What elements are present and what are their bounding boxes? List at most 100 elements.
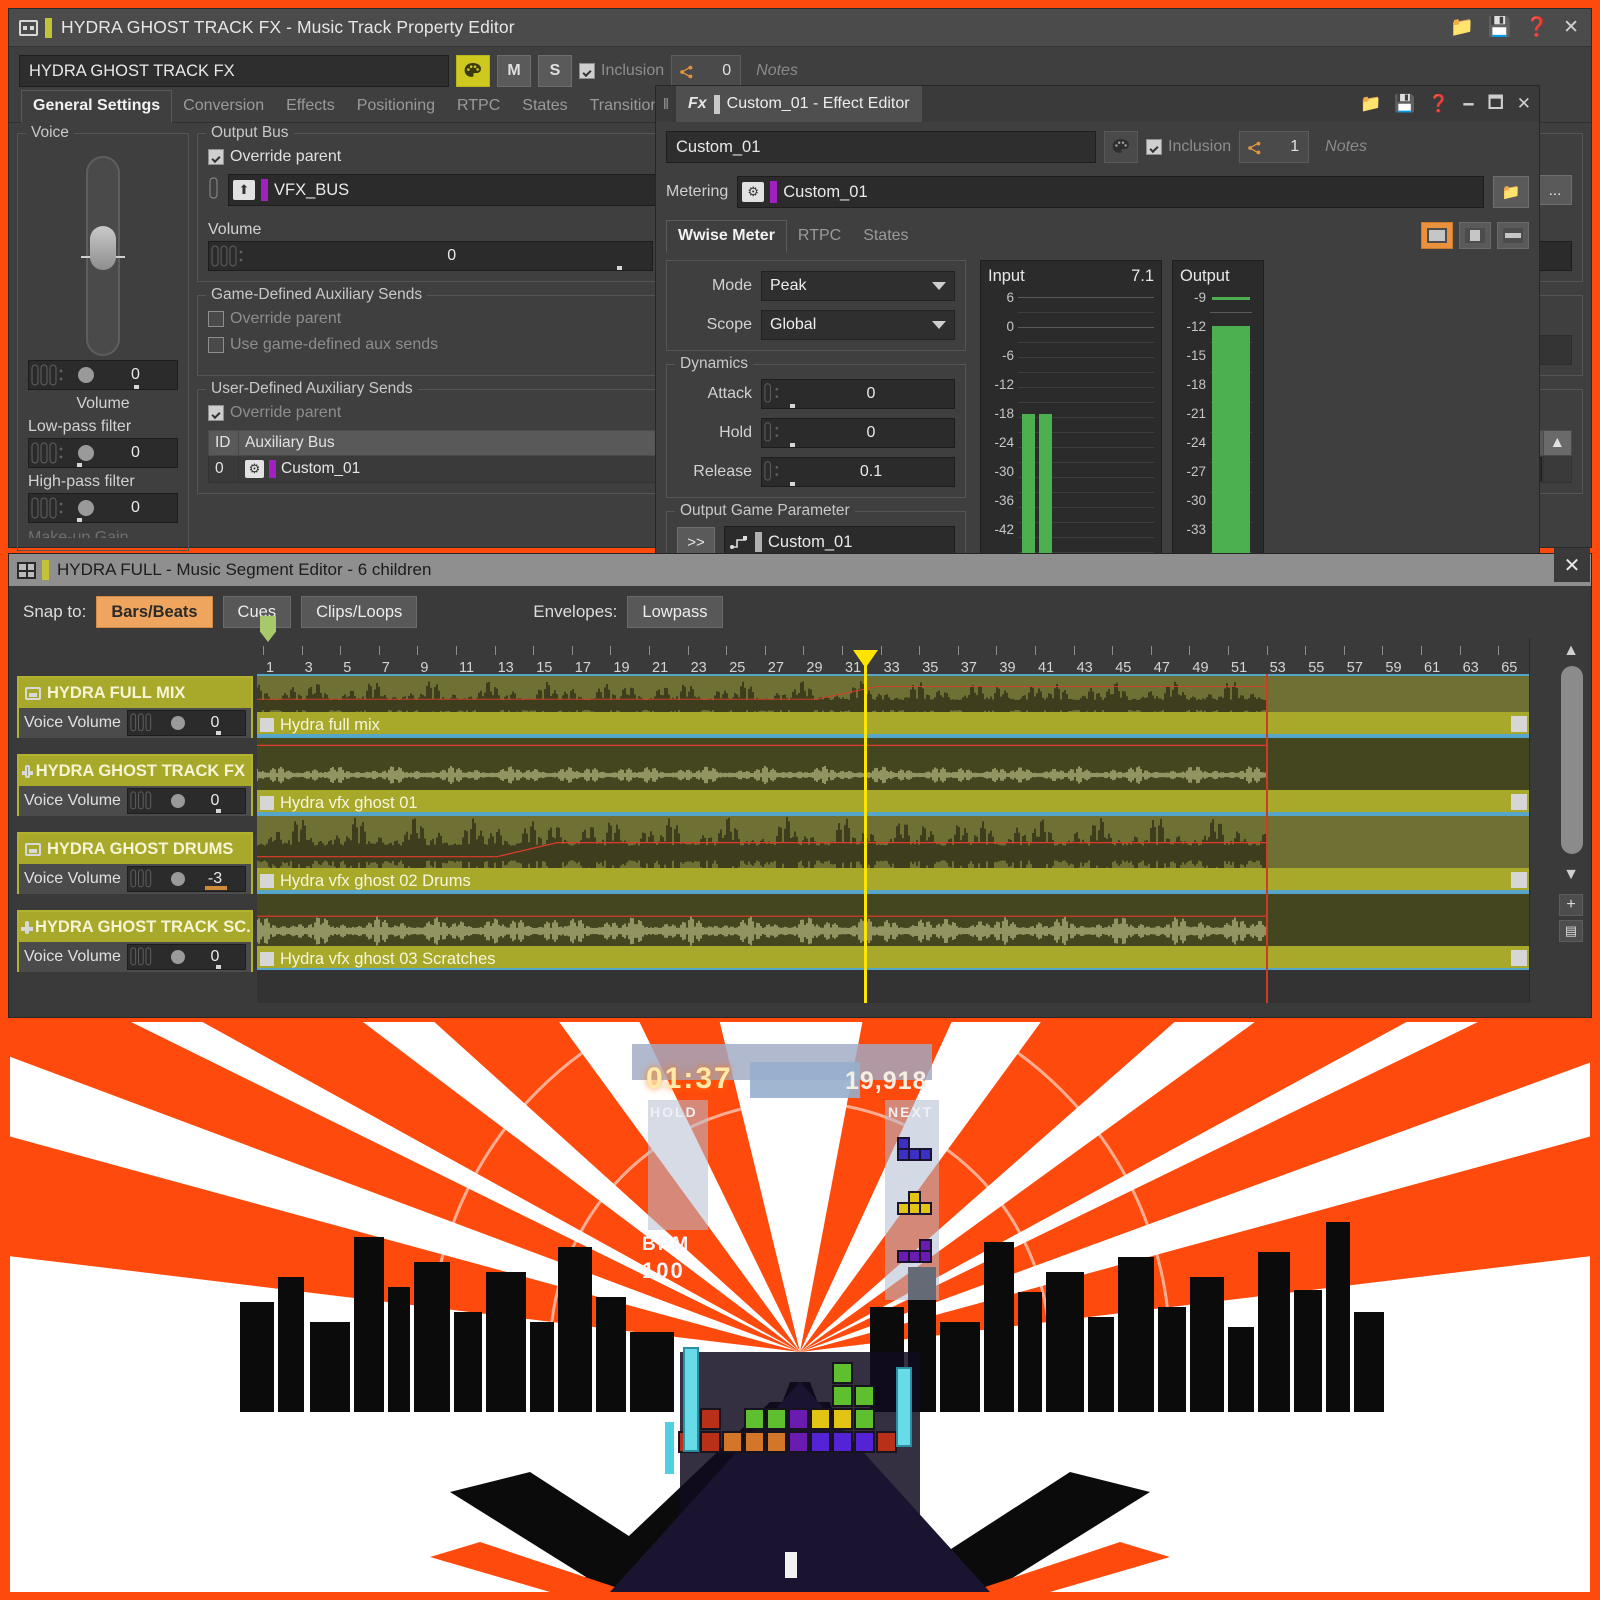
segment-exit-marker[interactable] bbox=[1266, 674, 1268, 1003]
track-lane[interactable]: Hydra vfx ghost 03 Scratches bbox=[257, 892, 1529, 970]
clip-handle-icon[interactable] bbox=[260, 796, 274, 810]
clip-name[interactable]: Hydra vfx ghost 03 Scratches bbox=[257, 946, 1529, 968]
clip-name[interactable]: Hydra full mix bbox=[257, 712, 1529, 734]
clip-name[interactable]: Hydra vfx ghost 01 bbox=[257, 790, 1529, 812]
attack-field[interactable]: 0 bbox=[761, 379, 955, 409]
effect-name-input[interactable]: Custom_01 bbox=[666, 131, 1096, 163]
tab-general-settings[interactable]: General Settings bbox=[21, 90, 173, 123]
tab-wwise-meter[interactable]: Wwise Meter bbox=[666, 220, 787, 253]
tab-fx-states[interactable]: States bbox=[852, 221, 919, 252]
metering-browse-button[interactable]: 📁 bbox=[1493, 176, 1529, 208]
share-sets-button[interactable]: 0 bbox=[671, 55, 742, 87]
single-view-icon[interactable] bbox=[1421, 222, 1453, 249]
effect-editor-tab[interactable]: Fx Custom_01 - Effect Editor bbox=[676, 86, 922, 122]
close-icon[interactable]: ✕ bbox=[1563, 18, 1579, 37]
tab-positioning[interactable]: Positioning bbox=[346, 91, 446, 122]
hold-field[interactable]: 0 bbox=[761, 418, 955, 448]
output-volume-field[interactable]: 0 bbox=[208, 241, 654, 271]
color-palette-button[interactable] bbox=[1104, 131, 1138, 163]
tetris-board[interactable] bbox=[678, 1362, 918, 1492]
track-lane[interactable]: Hydra vfx ghost 01 bbox=[257, 736, 1529, 814]
track-volume-field[interactable]: 0 bbox=[126, 788, 246, 814]
clip-resize-handle[interactable] bbox=[1511, 716, 1527, 732]
value-knob[interactable] bbox=[170, 716, 185, 730]
release-field[interactable]: 0.1 bbox=[761, 457, 955, 487]
inclusion-checkbox[interactable]: Inclusion bbox=[579, 62, 664, 80]
object-name-input[interactable]: HYDRA GHOST TRACK FX bbox=[19, 55, 449, 87]
track-header[interactable]: HYDRA GHOST DRUMS Voice Volume -3 bbox=[17, 832, 253, 894]
spin-handles[interactable] bbox=[29, 493, 71, 523]
spin-handles[interactable] bbox=[128, 944, 164, 970]
open-icon[interactable]: 📁 bbox=[1450, 18, 1474, 37]
mute-button[interactable]: M bbox=[497, 55, 531, 87]
spin-handles[interactable] bbox=[128, 710, 164, 736]
value-knob[interactable] bbox=[170, 794, 185, 808]
clip-resize-handle[interactable] bbox=[1511, 794, 1527, 810]
clip-resize-handle[interactable] bbox=[1511, 950, 1527, 966]
drag-grip-icon[interactable]: ‖ bbox=[656, 86, 676, 122]
split-vertical-icon[interactable] bbox=[1459, 222, 1491, 249]
metering-field[interactable]: ⚙ Custom_01 bbox=[737, 176, 1484, 208]
track-volume-field[interactable]: -3 bbox=[126, 866, 246, 892]
scope-select[interactable]: Global bbox=[761, 310, 955, 340]
track-volume-field[interactable]: 0 bbox=[126, 710, 246, 736]
notes-input[interactable]: Notes bbox=[748, 62, 798, 80]
voice-highpass-field[interactable]: 0 bbox=[28, 493, 178, 523]
snap-bars-beats-button[interactable]: Bars/Beats bbox=[96, 596, 213, 628]
save-icon[interactable]: 💾 bbox=[1394, 94, 1415, 114]
timeline-canvas[interactable]: 1 3 5 7 9 11 13 15 17 19 21 23 25 27 29 31 33 35 37 39 41 43 4… bbox=[257, 616, 1529, 1003]
track-header[interactable]: HYDRA FULL MIX Voice Volume 0 bbox=[17, 676, 253, 738]
effect-share-button[interactable]: 1 bbox=[1239, 131, 1310, 163]
timeline-ruler[interactable]: 1 3 5 7 9 11 13 15 17 19 21 23 25 27 29 31 33 35 37 39 41 43 4… bbox=[257, 638, 1529, 676]
spin-handles[interactable] bbox=[762, 379, 788, 409]
clip-handle-icon[interactable] bbox=[260, 718, 274, 732]
spin-handles[interactable] bbox=[128, 866, 164, 892]
voice-volume-slider[interactable] bbox=[81, 156, 125, 356]
clip-handle-icon[interactable] bbox=[260, 952, 274, 966]
clip-name[interactable]: Hydra vfx ghost 02 Drums bbox=[257, 868, 1529, 890]
snap-clips-loops-button[interactable]: Clips/Loops bbox=[301, 596, 418, 628]
value-knob[interactable] bbox=[170, 950, 185, 964]
mode-select[interactable]: Peak bbox=[761, 271, 955, 301]
spin-handles[interactable] bbox=[29, 360, 71, 390]
envelopes-lowpass-button[interactable]: Lowpass bbox=[627, 596, 723, 628]
spin-handles[interactable] bbox=[128, 788, 164, 814]
value-knob[interactable] bbox=[78, 367, 94, 383]
clip-resize-handle[interactable] bbox=[1511, 872, 1527, 888]
tab-rtpc[interactable]: RTPC bbox=[446, 91, 511, 122]
help-icon[interactable]: ❓ bbox=[1525, 18, 1549, 37]
effect-notes-input[interactable]: Notes bbox=[1317, 138, 1367, 156]
vertical-scrollbar-thumb[interactable] bbox=[1561, 666, 1583, 854]
value-knob[interactable] bbox=[170, 872, 185, 886]
vertical-scroll-up-icon[interactable]: ▲ bbox=[1557, 642, 1585, 660]
close-icon[interactable]: ✕ bbox=[1517, 94, 1531, 114]
tab-conversion[interactable]: Conversion bbox=[172, 91, 275, 122]
track-lane[interactable]: Hydra vfx ghost 02 Drums bbox=[257, 814, 1529, 892]
spin-handles[interactable] bbox=[209, 241, 251, 271]
voice-lowpass-field[interactable]: 0 bbox=[28, 438, 178, 468]
tab-effects[interactable]: Effects bbox=[275, 91, 346, 122]
track-lane[interactable]: Hydra full mix bbox=[257, 674, 1529, 736]
track-header[interactable]: HYDRA GHOST TRACK SC... Voice Volume 0 bbox=[17, 910, 253, 972]
output-bus-browse-button[interactable]: ... bbox=[1538, 175, 1572, 205]
slider-knob[interactable] bbox=[90, 226, 116, 271]
spin-handles[interactable] bbox=[762, 457, 788, 487]
value-knob[interactable] bbox=[78, 500, 94, 516]
spin-handles[interactable] bbox=[29, 438, 71, 468]
color-palette-button[interactable] bbox=[456, 55, 490, 87]
minimize-icon[interactable]: 🗕 bbox=[1463, 90, 1475, 119]
sort-arrow-icon[interactable]: ▲ bbox=[1542, 430, 1573, 456]
zoom-fit-button[interactable]: ▤ bbox=[1559, 920, 1583, 942]
clip-handle-icon[interactable] bbox=[260, 874, 274, 888]
solo-button[interactable]: S bbox=[538, 55, 572, 87]
tab-fx-rtpc[interactable]: RTPC bbox=[787, 221, 852, 252]
open-icon[interactable]: 📁 bbox=[1360, 94, 1381, 114]
snap-cues-button[interactable]: Cues bbox=[222, 596, 292, 628]
vertical-scroll-down-icon[interactable]: ▼ bbox=[1557, 866, 1585, 884]
spin-handles[interactable] bbox=[762, 418, 788, 448]
maximize-icon[interactable]: 🗖 bbox=[1488, 90, 1504, 119]
save-icon[interactable]: 💾 bbox=[1488, 18, 1512, 37]
voice-volume-field[interactable]: 0 bbox=[28, 360, 178, 390]
track-volume-field[interactable]: 0 bbox=[126, 944, 246, 970]
help-icon[interactable]: ❓ bbox=[1428, 94, 1449, 114]
